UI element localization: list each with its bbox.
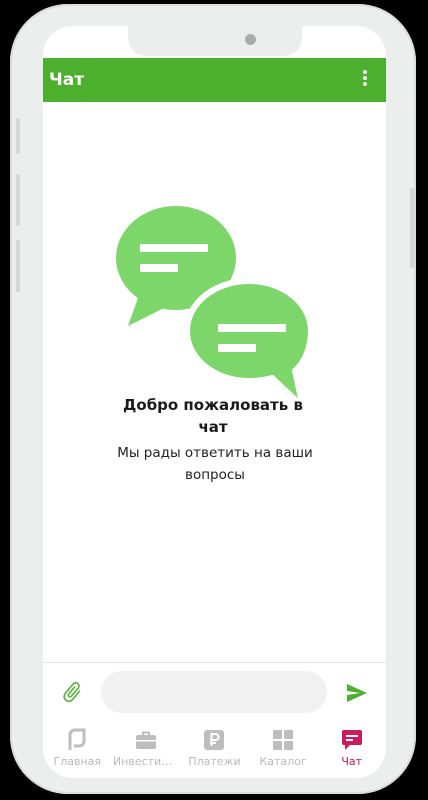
message-input[interactable]	[101, 671, 327, 713]
grid-icon	[273, 730, 294, 750]
nav-item-investments[interactable]: Инвестиц…	[112, 720, 181, 778]
briefcase-icon	[135, 731, 156, 749]
send-icon[interactable]	[346, 683, 368, 703]
nav-label: Платежи	[188, 755, 241, 768]
nav-item-chat[interactable]: Чат	[317, 720, 386, 778]
bottom-nav: Главная Инвестиц… Платежи Каталог Чат	[43, 720, 386, 778]
divider	[43, 662, 386, 663]
phone-notch	[128, 26, 302, 56]
nav-item-payments[interactable]: Платежи	[180, 720, 249, 778]
welcome-subtitle: Мы рады ответить на ваши вопросы	[117, 445, 313, 483]
bubble-line	[140, 244, 208, 252]
page-title: Чат	[49, 70, 85, 90]
nav-label: Инвестиц…	[112, 755, 179, 768]
welcome-title: Добро пожаловать в чат	[123, 396, 303, 436]
chat-bubbles-icon	[116, 206, 314, 400]
bubble-line	[218, 344, 256, 352]
nav-label: Главная	[53, 755, 102, 768]
app-screen: Чат Добро пожаловать в чат Мы рады ответ…	[43, 26, 386, 778]
home-logo-icon	[68, 728, 86, 750]
bubble-line	[140, 264, 178, 272]
nav-item-catalog[interactable]: Каталог	[249, 720, 318, 778]
app-bar: Чат	[43, 58, 386, 102]
chat-icon	[341, 730, 362, 750]
nav-label: Чат	[341, 755, 363, 768]
phone-side-button	[16, 118, 20, 154]
ruble-icon	[204, 730, 225, 750]
camera-icon	[245, 34, 256, 45]
nav-item-home[interactable]: Главная	[43, 720, 112, 778]
phone-side-button	[16, 240, 20, 292]
phone-side-button	[16, 174, 20, 226]
phone-side-button	[410, 188, 414, 268]
bubble-line	[218, 324, 286, 332]
paperclip-icon[interactable]	[60, 680, 84, 704]
nav-label: Каталог	[259, 755, 307, 768]
more-vert-icon[interactable]	[362, 70, 368, 90]
